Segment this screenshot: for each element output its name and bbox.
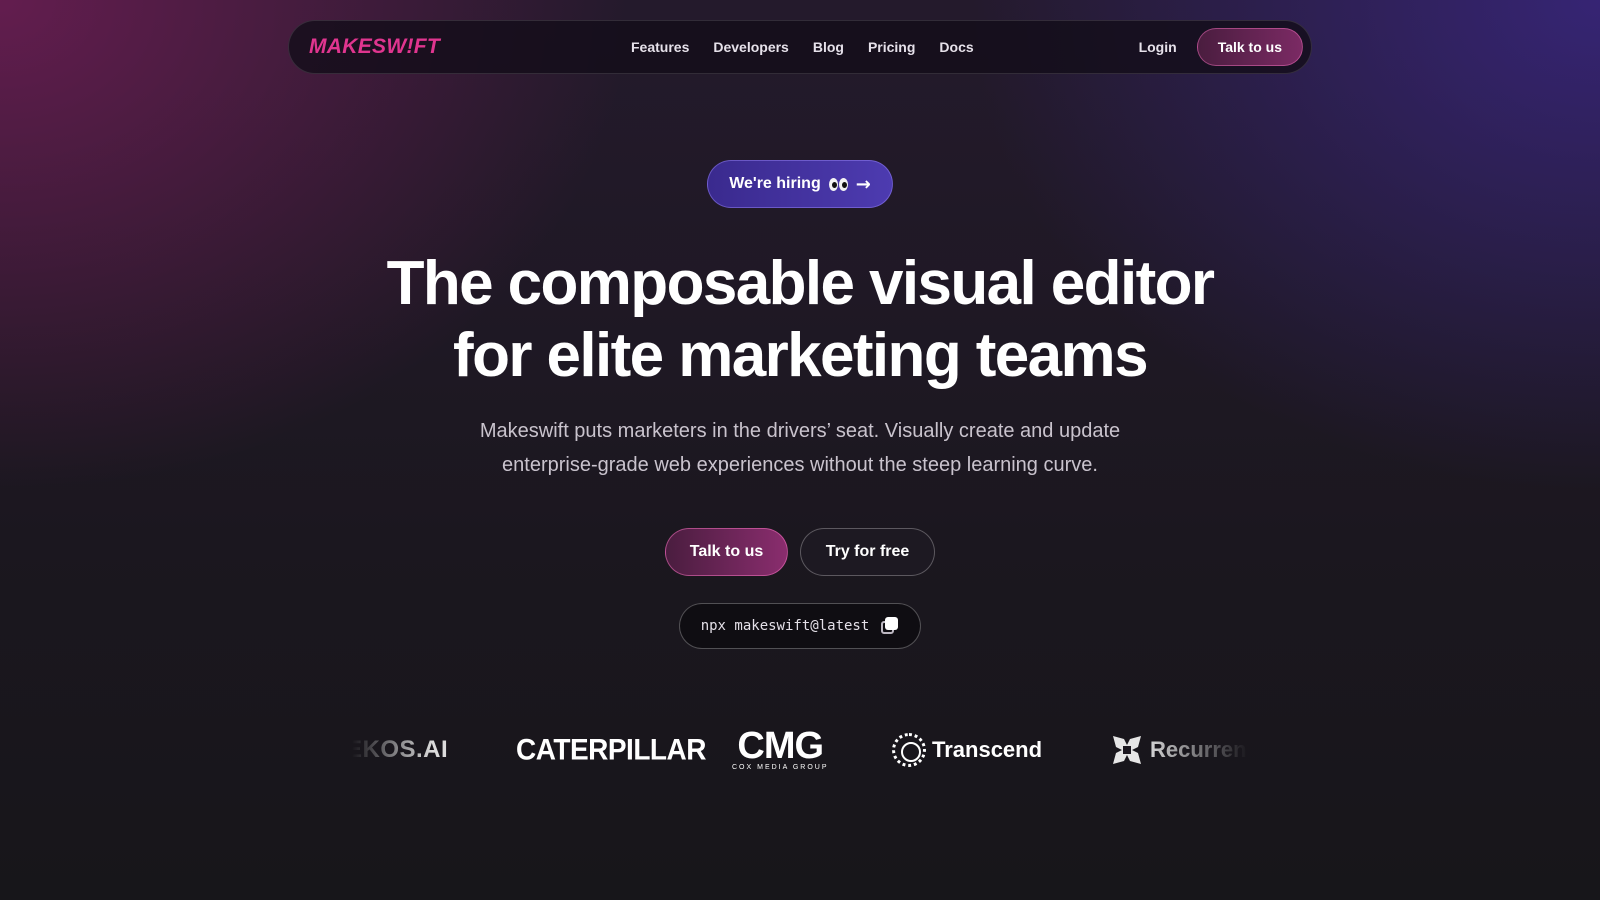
logo-caterpillar: CATERPILLAR bbox=[516, 733, 706, 766]
npx-command-text: npx makeswift@latest bbox=[700, 618, 870, 634]
nav-link-docs[interactable]: Docs bbox=[939, 39, 973, 55]
top-nav: MAKESW!FT Features Developers Blog Prici… bbox=[288, 20, 1312, 74]
nav-link-blog[interactable]: Blog bbox=[813, 39, 844, 55]
hero-subhead-line-2: enterprise-grade web experiences without… bbox=[502, 454, 1098, 476]
nav-link-developers[interactable]: Developers bbox=[713, 39, 788, 55]
logo-recurrency-text: Recurrency bbox=[1150, 737, 1272, 762]
arrow-right-icon: → bbox=[855, 173, 871, 195]
try-for-free-button[interactable]: Try for free bbox=[800, 528, 935, 576]
talk-to-us-button[interactable]: Talk to us bbox=[665, 528, 788, 576]
hiring-badge[interactable]: We're hiring → bbox=[707, 160, 893, 208]
logo-ekos: EKOS.AI bbox=[346, 736, 449, 763]
makeswift-logo[interactable]: MAKESW!FT bbox=[309, 35, 609, 59]
npx-command-box: npx makeswift@latest bbox=[679, 603, 921, 649]
eyes-emoji-icon bbox=[828, 177, 848, 191]
logo-recurrency: Recurrency bbox=[1110, 733, 1271, 767]
nav-link-pricing[interactable]: Pricing bbox=[868, 39, 915, 55]
logo-transcend-text: Transcend bbox=[932, 737, 1043, 762]
logo-cmg: CMG COX MEDIA GROUP bbox=[732, 725, 829, 772]
login-link[interactable]: Login bbox=[1139, 39, 1177, 55]
customer-logos: EKOS.AI CATERPILLAR CMG COX MEDIA GROUP … bbox=[346, 722, 1271, 778]
nav-talk-to-us-button[interactable]: Talk to us bbox=[1196, 28, 1303, 66]
hero-subhead: Makeswift puts marketers in the drivers’… bbox=[420, 414, 1180, 482]
nav-right: Login Talk to us bbox=[1139, 28, 1303, 66]
hero-subhead-line-1: Makeswift puts marketers in the drivers’… bbox=[479, 420, 1121, 442]
recurrency-logo-icon bbox=[1113, 736, 1141, 764]
logo-transcend: Transcend bbox=[892, 733, 1042, 767]
transcend-logo-icon bbox=[892, 733, 926, 767]
hero-headline: The composable visual editor for elite m… bbox=[300, 248, 1300, 392]
hiring-label: We're hiring bbox=[729, 175, 821, 192]
logo-cmg-subtext: COX MEDIA GROUP bbox=[732, 764, 829, 771]
nav-links: Features Developers Blog Pricing Docs bbox=[631, 21, 974, 73]
copy-icon[interactable] bbox=[881, 617, 899, 635]
hero-headline-line-2: for elite marketing teams bbox=[453, 321, 1149, 390]
logo-cmg-text: CMG bbox=[737, 725, 824, 767]
nav-link-features[interactable]: Features bbox=[631, 39, 689, 55]
hero-headline-line-1: The composable visual editor bbox=[386, 249, 1215, 318]
